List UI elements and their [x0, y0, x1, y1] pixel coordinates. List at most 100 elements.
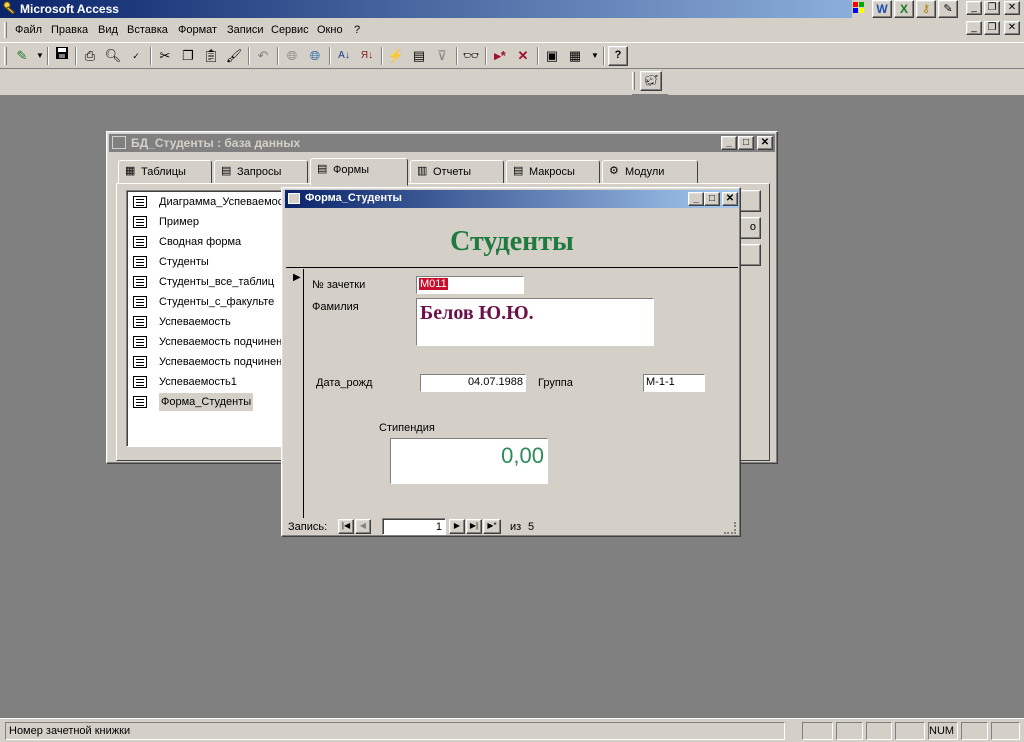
new-record-nav-icon[interactable]: ▶*: [483, 519, 501, 534]
new-object-dropdown-icon[interactable]: ▼: [585, 46, 605, 66]
list-item[interactable]: Успеваемость: [159, 313, 231, 331]
list-item[interactable]: Диаграмма_Успеваемос: [159, 193, 283, 211]
list-item[interactable]: Студенты: [159, 253, 209, 271]
modules-icon: ⚙: [609, 165, 619, 177]
undo-icon[interactable]: ↶: [253, 46, 273, 66]
doc-close-icon[interactable]: ✕: [1004, 21, 1020, 35]
record-selector[interactable]: ▶: [286, 269, 304, 518]
forms-list: Диаграмма_Успеваемос Пример Сводная форм…: [126, 190, 286, 447]
office-assistant-icon[interactable]: 🐖︎: [640, 71, 662, 91]
filter-by-form-icon[interactable]: ▤: [409, 46, 429, 66]
status-panel: [866, 722, 892, 740]
menu-help[interactable]: ?: [354, 24, 360, 36]
format-painter-icon[interactable]: 🖌︎: [224, 46, 244, 66]
record-total: 5: [528, 521, 535, 533]
list-item[interactable]: Пример: [159, 213, 199, 231]
new-record-icon[interactable]: ▸*: [490, 46, 510, 66]
web-toolbar-icon[interactable]: 🌐︎: [305, 46, 325, 66]
separator: [277, 47, 279, 65]
new-object-icon[interactable]: ▦: [565, 46, 585, 66]
tab-forms[interactable]: ▤ Формы: [310, 158, 408, 186]
database-window-icon[interactable]: ▣: [542, 46, 562, 66]
list-item-selected[interactable]: Форма_Студенты: [159, 393, 254, 411]
form-close-icon[interactable]: ✕: [722, 192, 738, 206]
list-item[interactable]: Сводная форма: [159, 233, 241, 251]
gruppa-field[interactable]: М-1-1: [643, 374, 705, 392]
cut-icon[interactable]: ✂: [155, 46, 175, 66]
save-icon[interactable]: [52, 46, 72, 66]
minimize-icon[interactable]: _: [966, 1, 982, 15]
form-minimize-icon[interactable]: _: [688, 192, 704, 206]
filter-by-selection-icon[interactable]: ⚡: [386, 46, 406, 66]
form-icon: [133, 236, 147, 248]
first-record-icon[interactable]: |◀: [338, 519, 354, 534]
list-item[interactable]: Успеваемость1: [159, 373, 237, 391]
view-icon[interactable]: ✎: [12, 46, 32, 66]
help-icon[interactable]: ?: [608, 46, 628, 66]
status-panel: [802, 722, 833, 740]
form-maximize-icon[interactable]: □: [704, 192, 720, 206]
data-rozhd-field[interactable]: 04.07.1988: [420, 374, 526, 392]
menu-tools[interactable]: Сервис: [271, 24, 309, 36]
list-item[interactable]: Успеваемость подчинен: [159, 353, 282, 371]
tab-queries[interactable]: ▤ Запросы: [214, 160, 308, 184]
word-icon[interactable]: W: [872, 0, 892, 18]
paste-icon[interactable]: 📋︎: [201, 46, 221, 66]
apply-filter-icon[interactable]: ⊽: [432, 46, 452, 66]
zachetka-field[interactable]: M011: [416, 276, 524, 294]
menu-edit[interactable]: Правка: [51, 24, 88, 36]
menu-records[interactable]: Записи: [227, 24, 264, 36]
separator: [485, 47, 487, 65]
db-maximize-icon[interactable]: □: [738, 136, 754, 150]
tab-tables[interactable]: ▦ Таблицы: [118, 160, 212, 184]
delete-record-icon[interactable]: ✕: [513, 46, 533, 66]
list-item[interactable]: Успеваемость подчинен: [159, 333, 282, 351]
last-record-icon[interactable]: ▶|: [466, 519, 482, 534]
print-icon[interactable]: ⎙: [80, 46, 100, 66]
doc-restore-icon[interactable]: ❐: [984, 21, 1000, 35]
print-preview-icon[interactable]: 🔍︎: [103, 46, 123, 66]
record-number-input[interactable]: 1: [382, 518, 446, 535]
database-window-title: БД_Студенты : база данных: [131, 136, 301, 150]
resize-grip-icon[interactable]: [724, 522, 736, 534]
paperclip-icon[interactable]: ✎: [938, 0, 958, 18]
menu-window[interactable]: Окно: [317, 24, 343, 36]
sort-ascending-icon[interactable]: A↓: [334, 46, 354, 66]
toolbar-grip: [632, 72, 635, 90]
db-minimize-icon[interactable]: _: [721, 136, 737, 150]
gruppa-label: Группа: [538, 377, 573, 389]
menu-file[interactable]: Файл: [15, 24, 42, 36]
sort-descending-icon[interactable]: Я↓: [357, 46, 377, 66]
menu-format[interactable]: Формат: [178, 24, 217, 36]
hyperlink-icon[interactable]: 🌐︎: [282, 46, 302, 66]
separator: [47, 47, 49, 65]
menu-view[interactable]: Вид: [98, 24, 118, 36]
next-record-icon[interactable]: ▶: [449, 519, 465, 534]
list-item[interactable]: Студенты_все_таблиц: [159, 273, 274, 291]
familiya-field[interactable]: Белов Ю.Ю.: [416, 298, 654, 346]
find-icon[interactable]: 👓︎: [461, 46, 481, 66]
close-icon[interactable]: ✕: [1004, 1, 1020, 15]
prev-record-icon[interactable]: ◀: [355, 519, 371, 534]
status-panel: [836, 722, 863, 740]
database-icon: [112, 136, 126, 149]
tab-macros[interactable]: ▤ Макросы: [506, 160, 600, 184]
menu-insert[interactable]: Вставка: [127, 24, 168, 36]
list-item[interactable]: Студенты_с_факульте: [159, 293, 274, 311]
tab-modules[interactable]: ⚙ Модули: [602, 160, 698, 184]
copy-icon[interactable]: ❐: [178, 46, 198, 66]
restore-icon[interactable]: ❐: [984, 1, 1000, 15]
forms-icon: ▤: [317, 163, 328, 175]
spelling-icon[interactable]: ✓: [126, 46, 146, 66]
stipendia-field[interactable]: 0,00: [390, 438, 548, 484]
db-close-icon[interactable]: ✕: [757, 136, 773, 150]
status-panel: [991, 722, 1020, 740]
excel-icon[interactable]: X: [894, 0, 914, 18]
colors-icon[interactable]: [852, 1, 866, 17]
form-icon: [133, 336, 147, 348]
status-bar: Номер зачетной книжки NUM: [0, 718, 1024, 742]
doc-minimize-icon[interactable]: _: [966, 21, 982, 35]
tab-reports[interactable]: ▥ Отчеты: [410, 160, 504, 184]
tables-icon: ▦: [125, 165, 136, 177]
access-icon[interactable]: ⚷: [916, 0, 936, 18]
